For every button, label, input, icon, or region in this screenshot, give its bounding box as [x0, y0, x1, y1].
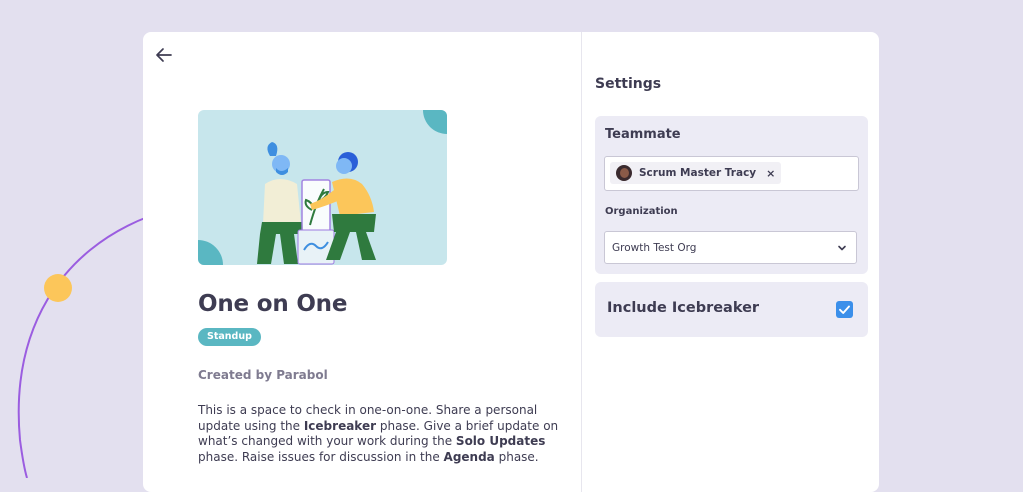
- arrow-left-icon[interactable]: [153, 44, 175, 66]
- teammate-input[interactable]: Scrum Master Tracy ×: [604, 156, 859, 191]
- template-card: One on One Standup Created by Parabol Th…: [143, 32, 879, 492]
- teammate-chip-label: Scrum Master Tracy: [639, 167, 757, 179]
- chevron-down-icon: [838, 245, 846, 250]
- icebreaker-checkbox[interactable]: [836, 301, 853, 318]
- avatar: [616, 165, 632, 181]
- template-title: One on One: [198, 291, 348, 317]
- template-description: This is a space to check in one-on-one. …: [198, 403, 559, 464]
- decorative-dot: [44, 274, 72, 302]
- organization-label: Organization: [605, 206, 678, 217]
- settings-panel: Settings Teammate Scrum Master Tracy × O…: [582, 32, 879, 492]
- organization-value: Growth Test Org: [612, 241, 697, 254]
- organization-select[interactable]: Growth Test Org: [604, 231, 857, 264]
- template-illustration: [198, 110, 447, 265]
- teammate-chip: Scrum Master Tracy ×: [610, 162, 782, 184]
- created-by-label: Created by Parabol: [198, 368, 328, 382]
- settings-heading: Settings: [595, 76, 662, 92]
- teammate-label: Teammate: [605, 127, 681, 142]
- check-icon: [839, 305, 850, 314]
- close-icon[interactable]: ×: [766, 167, 775, 180]
- template-details: One on One Standup Created by Parabol Th…: [143, 32, 581, 492]
- include-icebreaker-label: Include Icebreaker: [607, 300, 760, 316]
- teammate-settings-group: Teammate Scrum Master Tracy × Organizati…: [595, 116, 868, 274]
- decorative-arc: [17, 215, 151, 478]
- category-badge: Standup: [198, 328, 261, 346]
- include-icebreaker-toggle[interactable]: Include Icebreaker: [595, 282, 868, 337]
